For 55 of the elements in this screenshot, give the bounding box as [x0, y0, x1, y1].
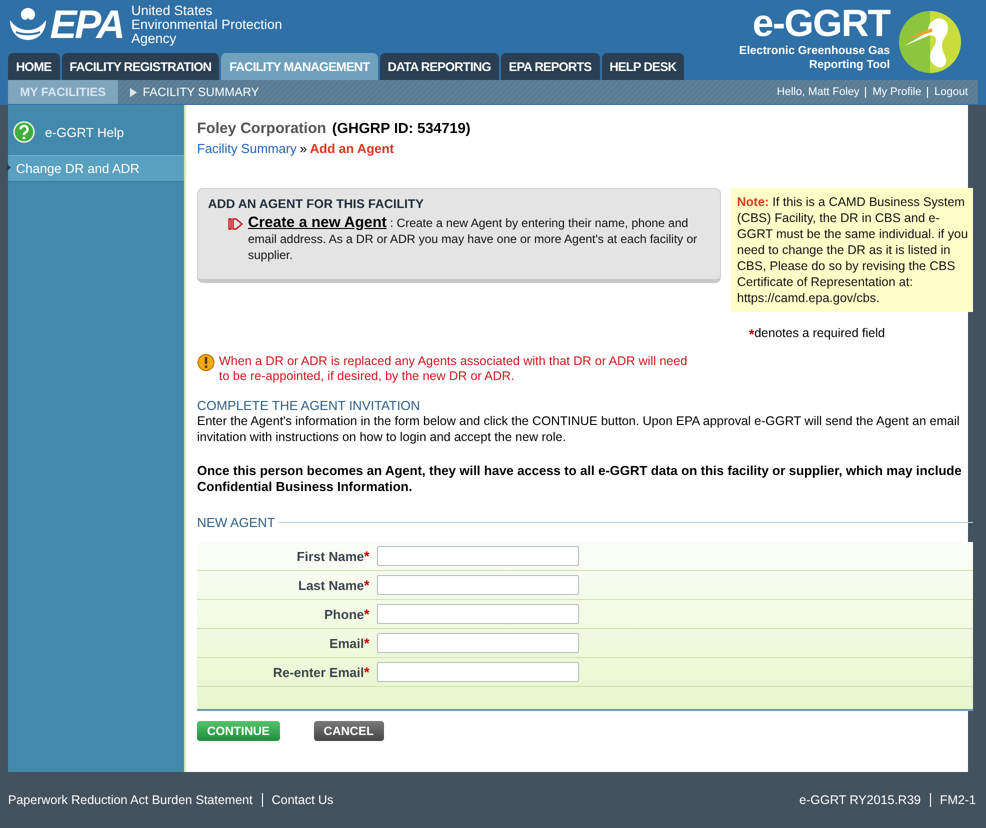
breadcrumb-link[interactable]: Facility Summary: [197, 141, 297, 156]
footer-link[interactable]: Contact Us: [272, 793, 334, 807]
nav-tab[interactable]: DATA REPORTING: [380, 53, 499, 80]
version-text: FM2-1: [940, 793, 976, 807]
field-label: Last Name: [297, 578, 364, 592]
warning-text: When a DR or ADR is replaced any Agents associated with that DR or ADR will need to be re-appointed, if desired, by the new DR or ADR.: [219, 354, 688, 384]
epa-flower-icon: [8, 6, 48, 42]
field-label: Email: [328, 636, 364, 650]
app-name: e-GGRT: [752, 6, 890, 42]
input-field[interactable]: [377, 546, 579, 566]
version-text: e-GGRT RY2015.R39: [799, 793, 921, 807]
cancel-button[interactable]: CANCEL: [314, 721, 384, 741]
footer-link[interactable]: Paperwork Reduction Act Burden Statement: [8, 793, 253, 807]
nav-tab[interactable]: HOME: [8, 53, 60, 80]
nav-tab[interactable]: HELP DESK: [602, 53, 684, 80]
header-link[interactable]: My Profile: [872, 86, 922, 98]
instructions-text: Enter the Agent's information in the form below and click the CONTINUE button. Upon EPA approval e-GGRT will send the Agent an email invitation with instructions on how to login and accept the new role.: [197, 413, 960, 445]
facility-id: (GHGRP ID: 534719): [332, 121, 471, 137]
required-mark: *: [364, 606, 370, 622]
warning-icon: [197, 354, 215, 371]
triangle-icon: [130, 88, 137, 96]
input-field[interactable]: [377, 604, 579, 624]
required-mark: *: [364, 664, 370, 680]
pointer-icon: [7, 164, 11, 171]
fieldset-legend: NEW AGENT: [197, 515, 276, 530]
field-label: First Name: [296, 548, 364, 564]
create-agent-link[interactable]: Create a new Agent: [248, 214, 387, 231]
input-field[interactable]: [377, 662, 579, 682]
facility-name: Foley Corporation: [197, 120, 326, 137]
breadcrumb-separator: »: [300, 141, 307, 156]
field-label: Re-enter Email: [272, 664, 364, 680]
greeting-text: Hello, Matt Foley: [776, 86, 860, 98]
nav-tab[interactable]: FACILITY REGISTRATION: [62, 53, 220, 80]
panel-heading: ADD AN AGENT FOR THIS FACILITY: [208, 197, 425, 211]
breadcrumb-current: Add an Agent: [310, 141, 394, 156]
field-label: Phone: [323, 606, 364, 622]
section-heading: COMPLETE THE AGENT INVITATION: [197, 398, 421, 413]
agency-name: United States Environmental Protection Agency: [131, 4, 282, 46]
required-mark: *: [364, 635, 370, 651]
required-mark: *: [364, 577, 370, 593]
required-field-note: *denotes a required field: [748, 326, 885, 342]
notice-text: Once this person becomes an Agent, they will have access to all e-GGRT data on this facility or supplier, which may include Confidential Business Information.: [197, 463, 963, 495]
panel-description: Create a new Agent : Create a new Agent by entering their name, phone and email address. As a DR or ADR you may have one or more Agent's at each facility or supplier.: [248, 215, 698, 263]
nav-tab[interactable]: EPA REPORTS: [500, 53, 600, 80]
arrow-icon: [228, 218, 244, 230]
input-field[interactable]: [377, 633, 579, 653]
required-mark: *: [364, 548, 370, 564]
header-link[interactable]: Logout: [934, 86, 968, 98]
app-subtitle: Electronic Greenhouse Gas Reporting Tool: [739, 44, 890, 72]
note-text: Note: If this is a CAMD Business System (CBS) Facility, the DR in CBS and e-GGRT must be the same individual. if you need to change the DR as it is listed in CBS, Please do so by revising the CBS Certificate of Representation at: https://camd.epa.gov/cbs.: [731, 188, 973, 312]
help-link[interactable]: e-GGRT Help: [8, 105, 184, 155]
input-field[interactable]: [377, 575, 579, 595]
help-icon: [13, 121, 35, 143]
logo-text: EPA: [50, 6, 124, 44]
subnav-item[interactable]: FACILITY SUMMARY: [118, 80, 272, 104]
